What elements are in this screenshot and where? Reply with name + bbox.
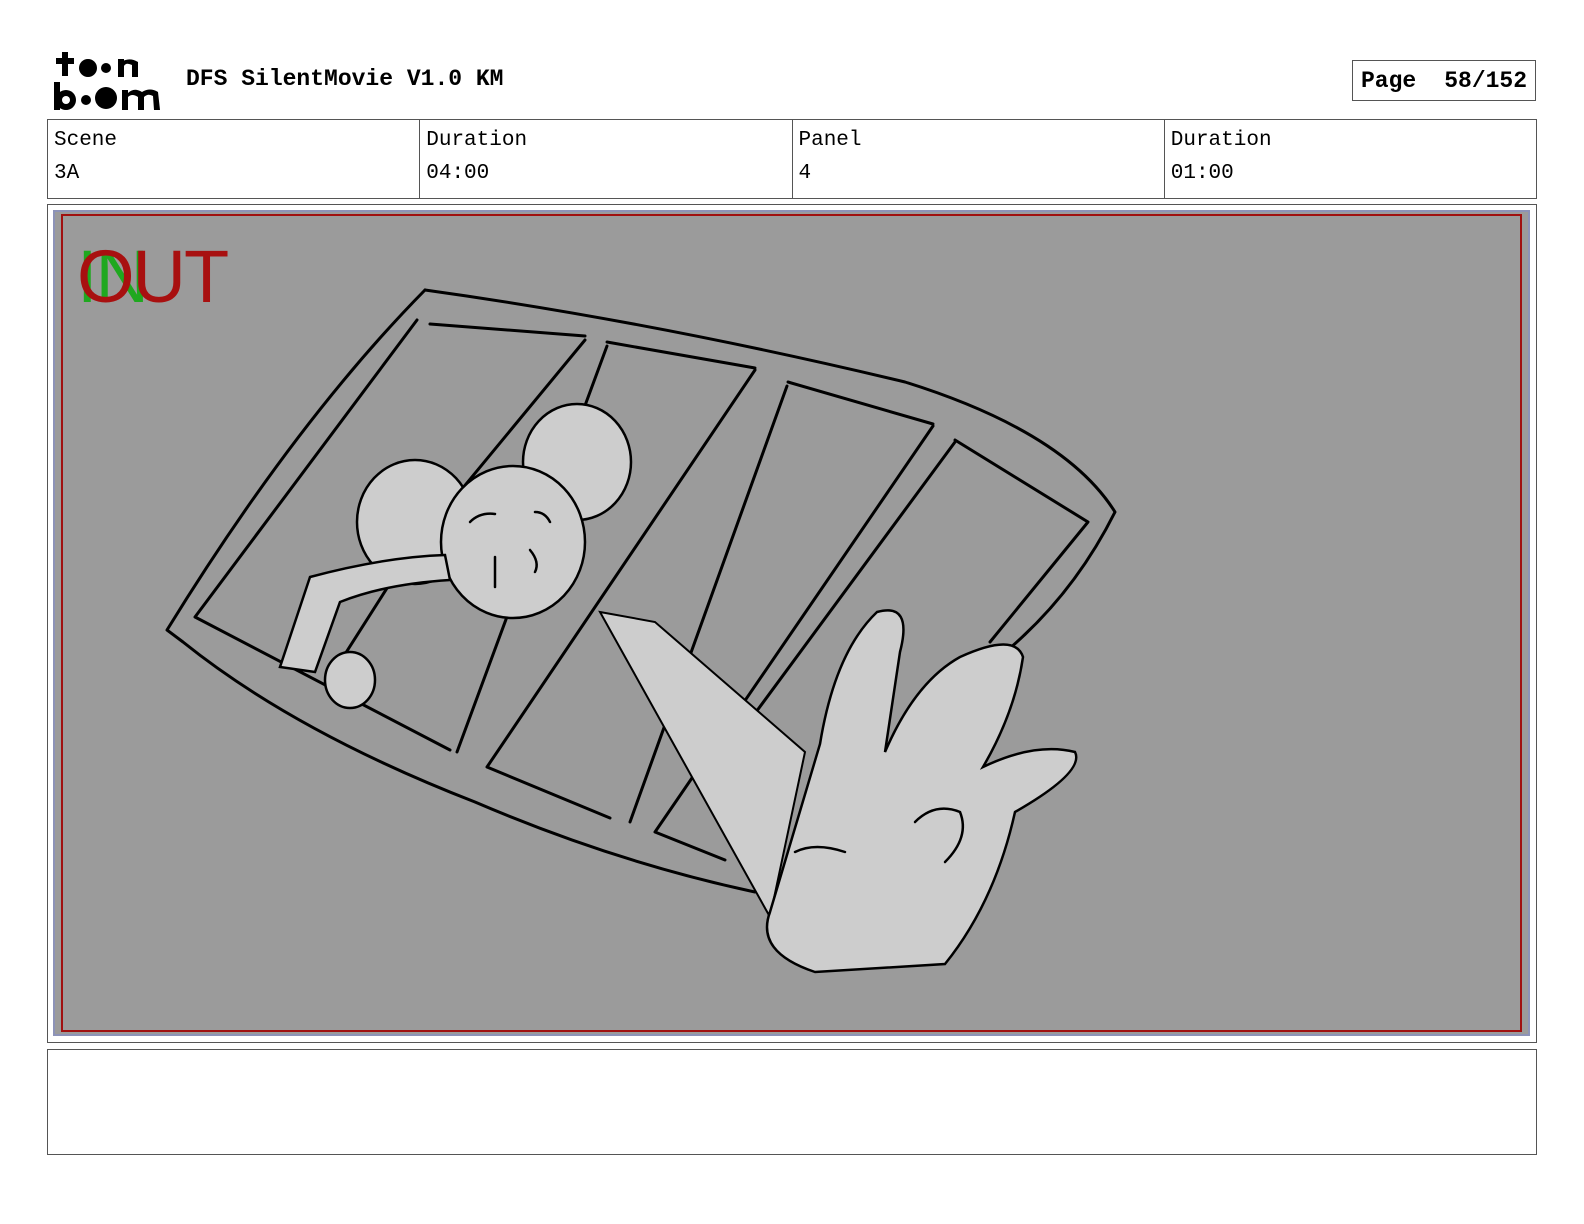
panel-label: Panel — [798, 129, 862, 152]
scene-duration-value: 04:00 — [426, 162, 490, 185]
scene-duration-cell: Duration 04:00 — [419, 120, 791, 198]
info-table: Scene 3A Duration 04:00 Panel 4 Duration… — [47, 119, 1537, 199]
scene-label: Scene — [54, 129, 118, 152]
toon-boom-logo — [54, 52, 160, 110]
scene-duration-label: Duration — [426, 129, 528, 152]
scene-cell: Scene 3A — [48, 120, 419, 198]
panel-duration-label: Duration — [1170, 129, 1272, 152]
panel-duration-cell: Duration 01:00 — [1163, 120, 1536, 198]
panel-cell: Panel 4 — [791, 120, 1164, 198]
out-marker: OUT — [77, 235, 229, 318]
panel-duration-value: 01:00 — [1170, 162, 1234, 185]
notes-box[interactable] — [47, 1049, 1537, 1155]
safe-area-border — [61, 214, 1522, 1032]
page-label: Page — [1361, 67, 1417, 94]
panel-value: 4 — [798, 162, 812, 185]
storyboard-drawing: IN OUT — [53, 210, 1530, 1036]
page-indicator: Page 58/152 — [1352, 60, 1536, 101]
panel-frame: IN OUT — [47, 204, 1537, 1043]
page-number: 58/152 — [1444, 67, 1528, 94]
document-title: DFS SilentMovie V1.0 KM — [186, 66, 504, 92]
scene-value: 3A — [54, 162, 80, 185]
